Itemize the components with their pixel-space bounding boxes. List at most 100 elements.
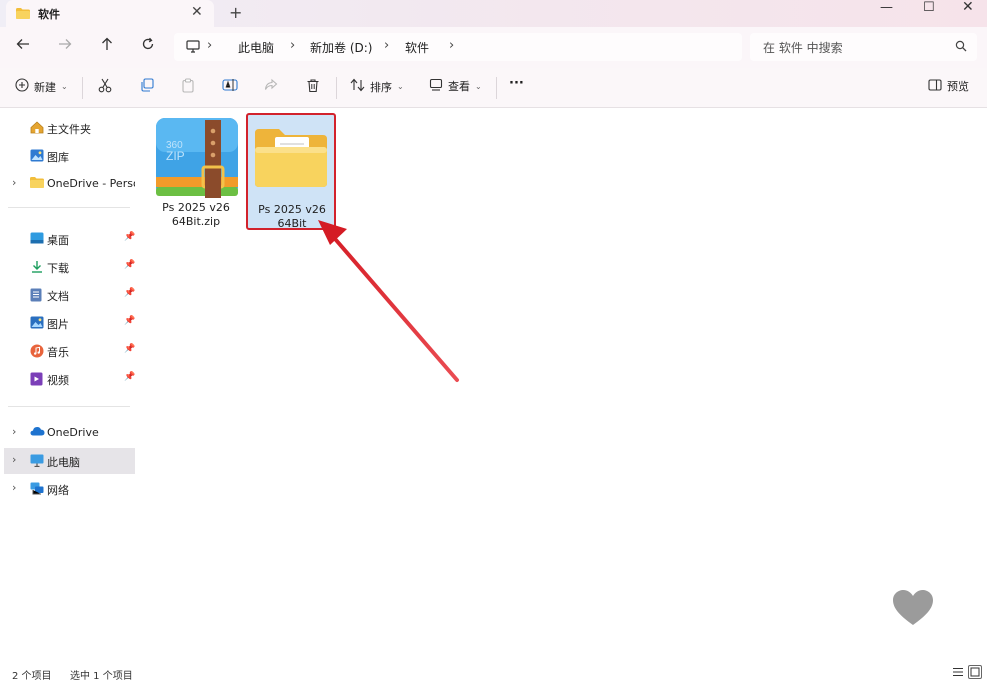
back-button[interactable] (16, 37, 30, 55)
sidebar-item-label: 网络 (47, 484, 69, 497)
file-item-folder[interactable]: Ps 2025 v26 64Bit (246, 113, 336, 230)
home-icon (30, 121, 44, 137)
chevron-right-icon[interactable]: › (290, 38, 295, 53)
pin-icon[interactable]: 📌 (124, 288, 135, 298)
sidebar-item-gallery[interactable]: 图库 (4, 143, 135, 169)
sidebar-item-label: 桌面 (47, 234, 69, 247)
share-button[interactable] (264, 78, 278, 92)
pin-icon[interactable]: 📌 (124, 372, 135, 382)
new-button[interactable]: 新建 ⌄ (15, 78, 68, 95)
sidebar-item-onedrive[interactable]: › OneDrive (4, 420, 135, 446)
cut-button[interactable] (98, 78, 112, 93)
chevron-right-icon[interactable]: › (12, 481, 16, 494)
chevron-right-icon[interactable]: › (384, 38, 389, 53)
copy-icon (141, 78, 154, 92)
sidebar-item-network[interactable]: › 网络 (4, 476, 135, 502)
large-icons-view-button[interactable] (968, 665, 982, 679)
sidebar-item-downloads[interactable]: 下载 📌 (4, 254, 135, 280)
preview-label: 预览 (947, 80, 969, 93)
video-icon (30, 372, 43, 389)
chevron-right-icon[interactable]: › (449, 38, 454, 53)
sidebar-item-label: 图库 (47, 151, 69, 164)
chevron-right-icon: › (207, 38, 213, 53)
arrow-left-icon (16, 39, 29, 49)
maximize-button[interactable]: ☐ (923, 1, 935, 14)
new-tab-button[interactable]: + (229, 3, 242, 22)
sidebar-item-pictures[interactable]: 图片 📌 (4, 310, 135, 336)
item-count: 2 个项目 (12, 671, 52, 682)
chevron-down-icon: ⌄ (61, 82, 68, 91)
folder-icon (16, 8, 30, 22)
minimize-button[interactable]: — (880, 1, 893, 14)
search-box[interactable]: 在 软件 中搜索 (750, 33, 977, 61)
file-name: Ps 2025 v26 64Bit (258, 203, 326, 230)
breadcrumb-this-pc[interactable]: 此电脑 (238, 39, 274, 56)
address-bar[interactable]: › 此电脑 › 新加卷 (D:) › 软件 › (174, 33, 742, 61)
pin-icon[interactable]: 📌 (124, 260, 135, 270)
rename-button[interactable] (222, 78, 238, 92)
music-icon (30, 344, 44, 361)
view-button[interactable]: 查看 ⌄ (429, 78, 482, 94)
sidebar-item-label: 文档 (47, 290, 69, 303)
tab-software[interactable]: 软件 ✕ (6, 0, 214, 27)
gallery-icon (30, 149, 44, 165)
navigation-pane: 主文件夹 图库 › OneDrive - Personal 桌面 📌 下载 📌 … (0, 108, 142, 660)
forward-button[interactable] (58, 37, 72, 55)
list-view-icon (953, 667, 963, 677)
pictures-icon (30, 316, 44, 332)
chevron-down-icon: ⌄ (475, 81, 482, 91)
paste-button[interactable] (181, 78, 195, 93)
sidebar-item-home[interactable]: 主文件夹 (4, 115, 135, 141)
clipboard-icon (182, 78, 194, 93)
sidebar-item-this-pc[interactable]: › 此电脑 (4, 448, 135, 474)
breadcrumb-software[interactable]: 软件 (405, 39, 429, 56)
search-icon (955, 40, 967, 55)
svg-text:ZIP: ZIP (166, 149, 185, 163)
refresh-button[interactable] (141, 37, 155, 55)
sidebar-divider (8, 406, 130, 407)
delete-button[interactable] (306, 78, 320, 93)
close-tab-button[interactable]: ✕ (191, 4, 203, 20)
sidebar-item-videos[interactable]: 视频 📌 (4, 366, 135, 392)
chevron-right-icon[interactable]: › (12, 453, 16, 466)
more-options-button[interactable]: ··· (509, 76, 524, 91)
sidebar-item-label: 音乐 (47, 346, 69, 359)
rename-icon (222, 79, 238, 91)
up-button[interactable] (100, 37, 114, 55)
sidebar-item-onedrive-personal[interactable]: › OneDrive - Personal (4, 171, 135, 197)
search-input[interactable]: 在 软件 中搜索 (763, 39, 843, 56)
sidebar-item-desktop[interactable]: 桌面 📌 (4, 226, 135, 252)
sidebar-item-label: OneDrive - Personal (47, 177, 135, 190)
sort-icon (350, 78, 365, 95)
folder-icon (253, 127, 329, 192)
copy-button[interactable] (140, 78, 154, 92)
refresh-icon (142, 37, 154, 50)
pin-icon[interactable]: 📌 (124, 344, 135, 354)
details-view-button[interactable] (951, 665, 965, 679)
file-item-zip[interactable]: 360 ZIP Ps 2025 v26 64Bit.zip (152, 113, 240, 229)
desktop-icon (30, 232, 44, 247)
sidebar-item-music[interactable]: 音乐 📌 (4, 338, 135, 364)
zip-archive-icon: 360 ZIP (154, 115, 240, 204)
network-icon (30, 482, 44, 498)
share-icon (264, 78, 278, 90)
chevron-right-icon[interactable]: › (12, 176, 16, 189)
chevron-down-icon: ⌄ (397, 82, 404, 91)
pin-icon[interactable]: 📌 (124, 232, 135, 242)
arrow-right-icon (59, 39, 72, 49)
sidebar-divider (8, 207, 130, 208)
sort-button[interactable]: 排序 ⌄ (350, 78, 404, 95)
command-bar: 新建 ⌄ 排序 ⌄ 查看 ⌄ ··· 预览 (0, 68, 987, 108)
breadcrumb-drive-d[interactable]: 新加卷 (D:) (310, 39, 372, 56)
trash-icon (307, 79, 319, 93)
computer-icon (30, 454, 44, 470)
sidebar-item-documents[interactable]: 文档 📌 (4, 282, 135, 308)
pin-icon[interactable]: 📌 (124, 316, 135, 326)
preview-button[interactable]: 预览 (928, 78, 969, 94)
heart-icon[interactable] (889, 585, 937, 633)
monitor-icon (186, 40, 200, 56)
chevron-right-icon[interactable]: › (12, 425, 16, 438)
plus-circle-icon (15, 78, 29, 95)
toolbar-divider (336, 77, 337, 99)
close-window-button[interactable]: ✕ (962, 0, 974, 14)
